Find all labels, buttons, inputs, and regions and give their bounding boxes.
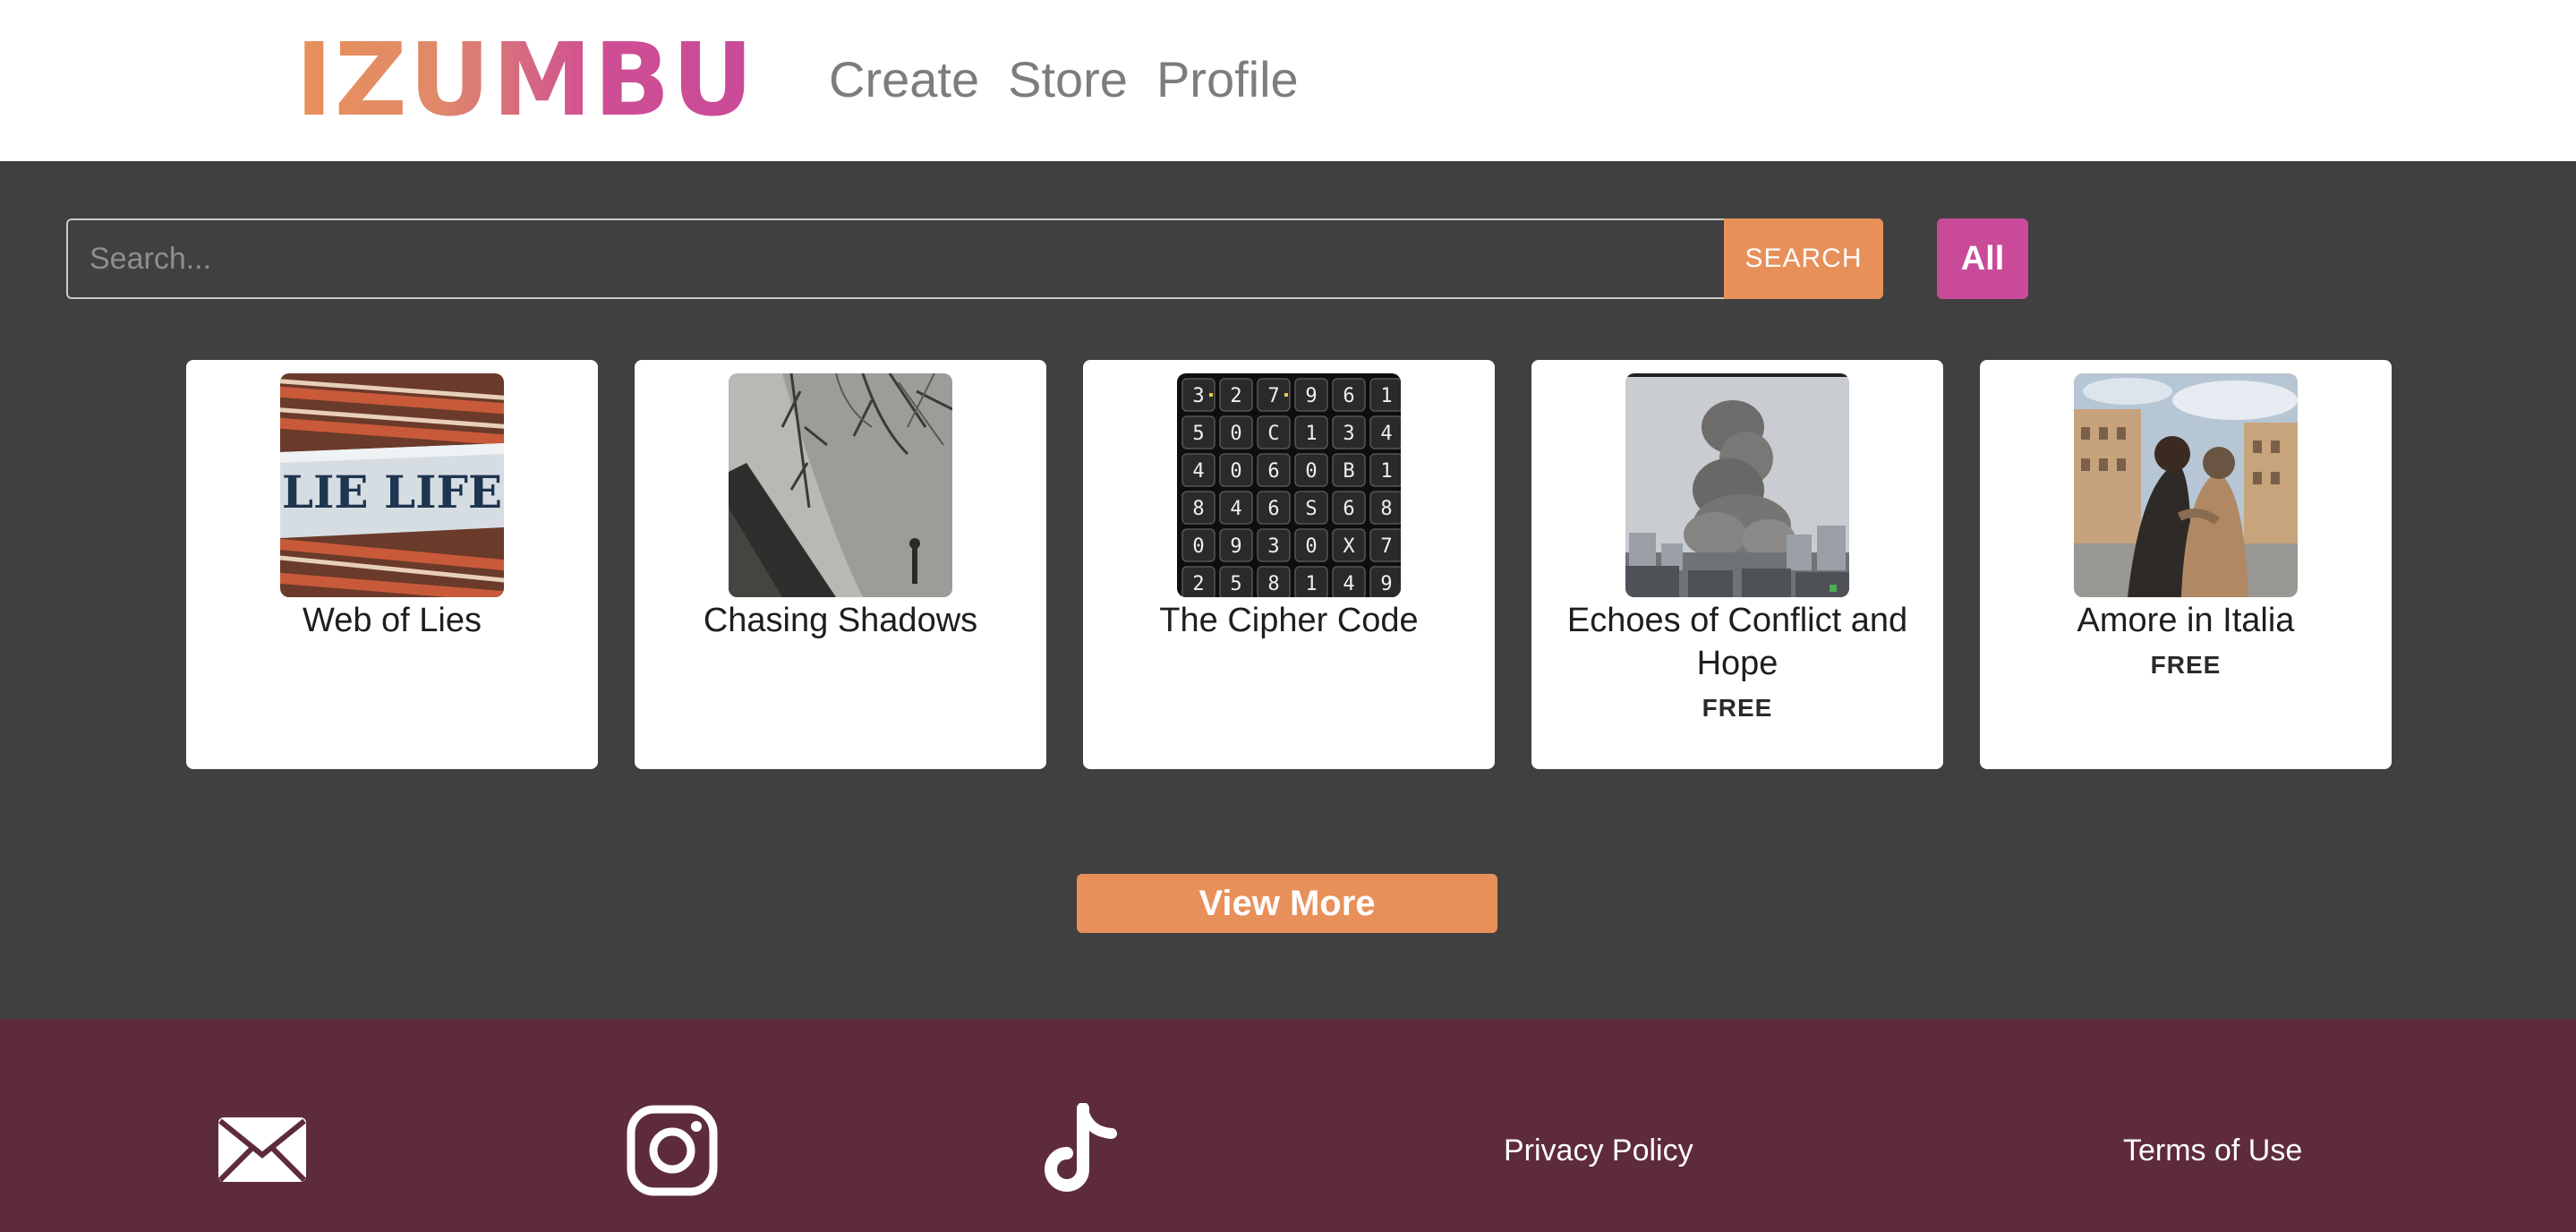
card-title: Echoes of Conflict and Hope (1566, 602, 1908, 682)
svg-text:9: 9 (1305, 385, 1317, 407)
text-stone-image: LIE LIFE (280, 373, 504, 597)
svg-text:7: 7 (1380, 535, 1392, 558)
card-title: The Cipher Code (1159, 602, 1419, 639)
view-more-button[interactable]: View More (1077, 874, 1497, 933)
svg-text:3: 3 (1343, 423, 1354, 445)
svg-text:S: S (1305, 498, 1317, 520)
svg-text:0: 0 (1230, 423, 1241, 445)
svg-text:1: 1 (1380, 460, 1392, 483)
price-badge: FREE (2150, 651, 2222, 679)
store-main: SEARCH All LIE LIFE Web of Lies (0, 161, 2576, 1019)
instagram-icon[interactable] (627, 1105, 718, 1196)
card-title: Chasing Shadows (703, 602, 978, 639)
svg-text:X: X (1343, 535, 1355, 558)
svg-text:C: C (1267, 423, 1279, 445)
nav-create[interactable]: Create (829, 50, 979, 108)
svg-text:5: 5 (1230, 573, 1241, 595)
filter-all-button[interactable]: All (1937, 218, 2028, 299)
card-title: Amore in Italia (2077, 602, 2295, 639)
privacy-policy-link[interactable]: Privacy Policy (1504, 1134, 1693, 1168)
svg-text:6: 6 (1267, 498, 1279, 520)
svg-text:9: 9 (1380, 573, 1392, 595)
main-nav: Create Store Profile (829, 50, 1299, 108)
svg-text:3: 3 (1192, 385, 1204, 407)
svg-text:LIE LIFE: LIE LIFE (282, 466, 502, 518)
couple-street-image (2074, 373, 2298, 597)
site-header: IZUMBU Create Store Profile (0, 0, 2576, 161)
svg-text:5: 5 (1192, 423, 1204, 445)
tiktok-icon[interactable] (1042, 1103, 1122, 1198)
svg-text:6: 6 (1343, 498, 1354, 520)
svg-text:6: 6 (1267, 460, 1279, 483)
svg-text:0: 0 (1305, 460, 1317, 483)
search-input[interactable] (66, 218, 1726, 299)
svg-text:1: 1 (1305, 573, 1317, 595)
svg-text:4: 4 (1343, 573, 1354, 595)
keyboard-keys-image: 3 2 7 9 6 1 5 0 C 1 3 4 4 0 6 0 B 1 8 4 6 S 6 8 0 9 3 0 X 7 2 5 8 1 4… (1177, 373, 1401, 597)
story-card[interactable]: Echoes of Conflict and Hope FREE (1531, 360, 1943, 769)
svg-text:6: 6 (1343, 385, 1354, 407)
svg-text:4: 4 (1380, 423, 1392, 445)
svg-text:8: 8 (1192, 498, 1204, 520)
story-card[interactable]: 3 2 7 9 6 1 5 0 C 1 3 4 4 0 6 0 B 1 8 4 6 S 6 8 0 9 3 0 X 7 2 5 8 1 4… (1083, 360, 1495, 769)
story-card[interactable]: LIE LIFE Web of Lies (186, 360, 598, 769)
svg-text:7: 7 (1267, 385, 1279, 407)
svg-text:8: 8 (1380, 498, 1392, 520)
site-footer: Privacy Policy Terms of Use (0, 1019, 2576, 1232)
svg-text:4: 4 (1230, 498, 1241, 520)
svg-text:0: 0 (1230, 460, 1241, 483)
svg-text:1: 1 (1380, 385, 1392, 407)
story-card[interactable]: Chasing Shadows (635, 360, 1046, 769)
svg-text:3: 3 (1267, 535, 1279, 558)
price-badge: FREE (1702, 694, 1773, 722)
svg-text:0: 0 (1305, 535, 1317, 558)
mail-icon[interactable] (217, 1116, 308, 1184)
svg-text:1: 1 (1305, 423, 1317, 445)
svg-text:0: 0 (1192, 535, 1204, 558)
nav-store[interactable]: Store (1008, 50, 1128, 108)
svg-text:9: 9 (1230, 535, 1241, 558)
story-cards: LIE LIFE Web of Lies Chasing Shadows 3 2… (186, 360, 2392, 769)
terms-of-use-link[interactable]: Terms of Use (2123, 1134, 2302, 1168)
search-button[interactable]: SEARCH (1724, 218, 1883, 299)
card-title: Web of Lies (303, 602, 482, 639)
svg-text:B: B (1343, 460, 1354, 483)
reflection-image (729, 373, 952, 597)
svg-text:4: 4 (1192, 460, 1204, 483)
nav-profile[interactable]: Profile (1156, 50, 1299, 108)
izumbu-logo[interactable]: IZUMBU (295, 30, 755, 131)
explosion-city-image (1625, 373, 1849, 597)
svg-text:2: 2 (1230, 385, 1241, 407)
svg-text:8: 8 (1267, 573, 1279, 595)
story-card[interactable]: Amore in Italia FREE (1980, 360, 2392, 769)
svg-text:2: 2 (1192, 573, 1204, 595)
